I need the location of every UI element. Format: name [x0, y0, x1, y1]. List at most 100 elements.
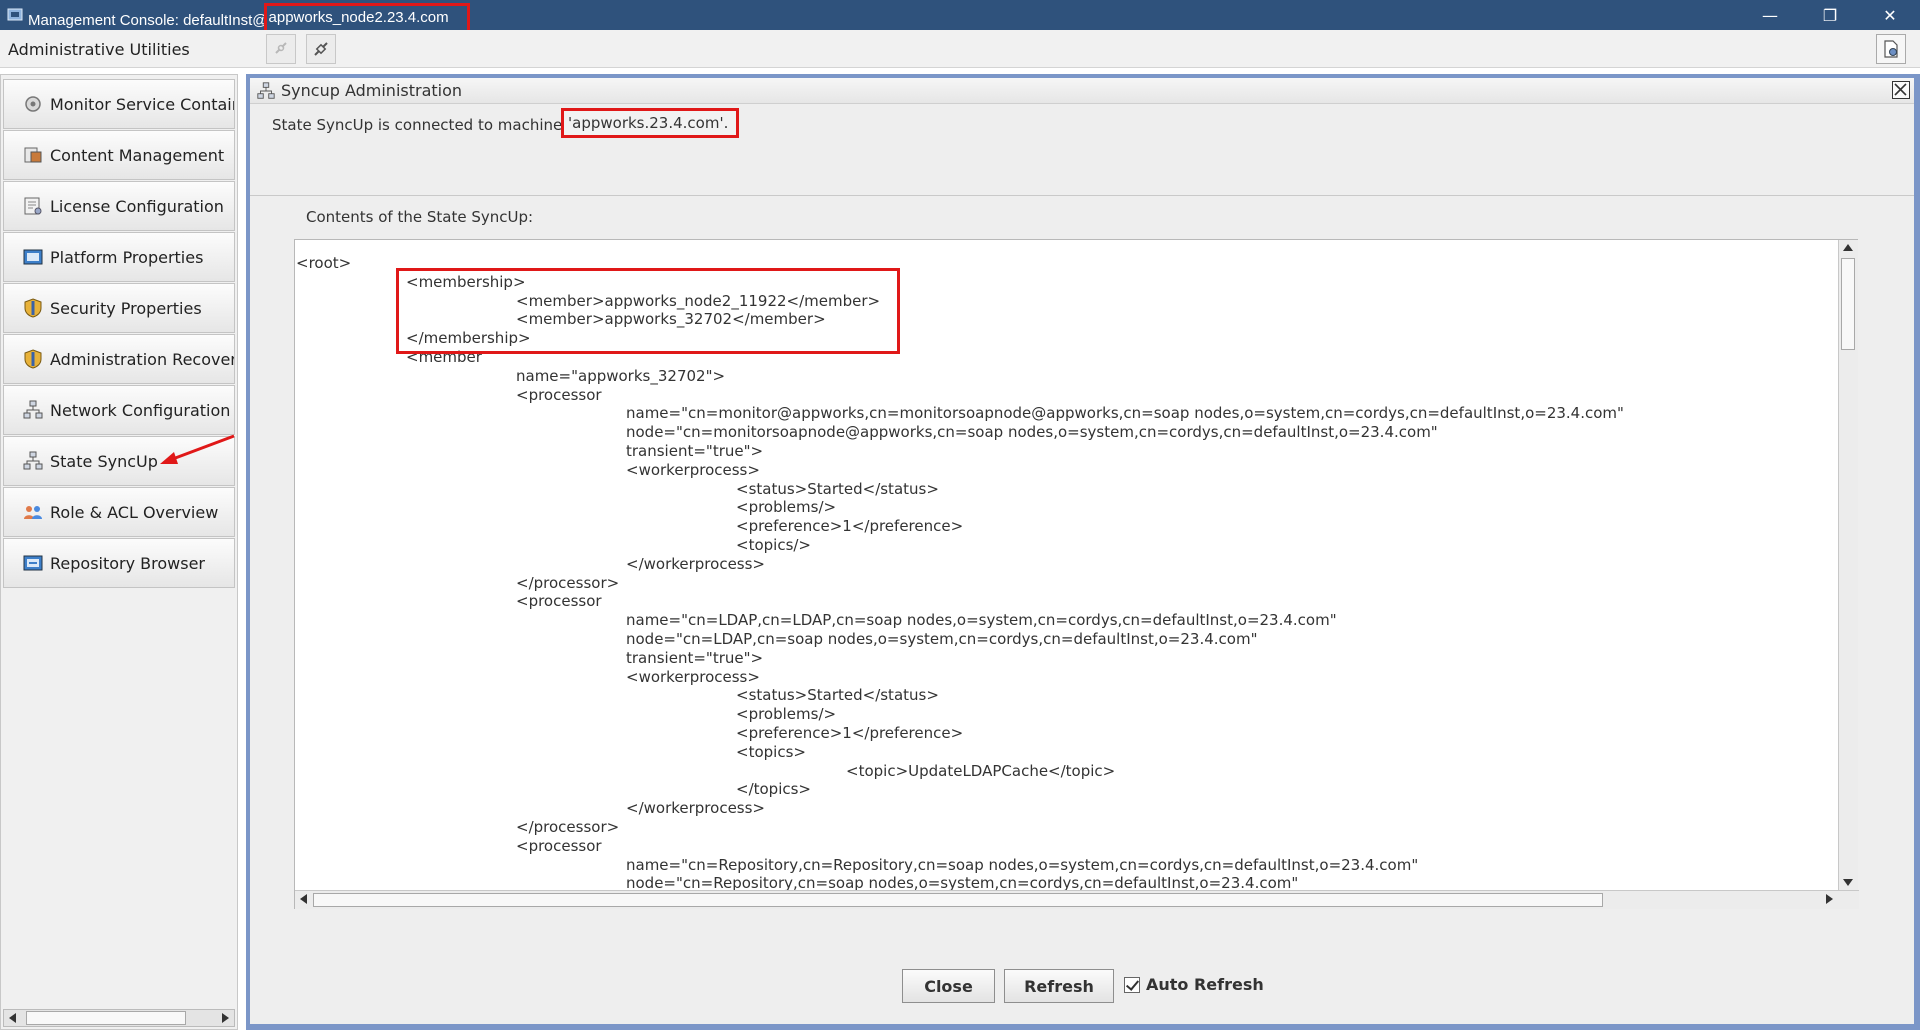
app-icon	[7, 8, 23, 21]
toolbar-document-button[interactable]	[1876, 34, 1906, 64]
sidebar-item-label: Repository Browser	[50, 553, 205, 573]
xml-line: name="cn=monitor@appworks,cn=monitorsoap…	[626, 404, 1624, 423]
panel-header: Syncup Administration	[250, 78, 1914, 104]
xml-line: <status>Started</status>	[736, 686, 939, 705]
window-title-prefix: Management Console: defaultInst@	[28, 12, 268, 29]
sidebar-item-role-acl-overview[interactable]: Role & ACL Overview	[3, 487, 235, 537]
xml-line: </topics>	[736, 780, 811, 799]
xml-line: <problems/>	[736, 498, 837, 517]
panel-body: Syncup Administration State SyncUp is co…	[250, 78, 1914, 1024]
xml-line: <processor	[516, 592, 602, 611]
xml-line: <root>	[296, 254, 352, 272]
sidebar: Monitor Service Container Content Manage…	[0, 74, 238, 1030]
xml-line: node="cn=Repository,cn=soap nodes,o=syst…	[626, 874, 1299, 890]
xml-line: </processor>	[516, 818, 620, 836]
scroll-left-icon[interactable]	[9, 1013, 16, 1023]
scroll-left-icon[interactable]	[300, 894, 307, 904]
license-icon	[24, 197, 42, 215]
monitor-icon	[25, 96, 41, 112]
repository-icon	[23, 555, 43, 571]
refresh-button[interactable]: Refresh	[1004, 969, 1114, 1003]
auto-refresh-toggle[interactable]: Auto Refresh	[1124, 975, 1264, 994]
scroll-down-icon[interactable]	[1843, 879, 1853, 886]
scroll-thumb[interactable]	[313, 893, 1603, 907]
xml-line: <preference>1</preference>	[736, 517, 964, 536]
auto-refresh-label: Auto Refresh	[1146, 975, 1264, 994]
scroll-thumb[interactable]	[26, 1011, 186, 1025]
document-icon	[1884, 40, 1898, 58]
sidebar-item-security-properties[interactable]: Security Properties	[3, 283, 235, 333]
sidebar-item-network-configuration[interactable]: Network Configuration	[3, 385, 235, 435]
disconnect-icon	[314, 42, 328, 56]
sidebar-horizontal-scrollbar[interactable]	[3, 1009, 235, 1027]
sidebar-item-label: Administration Recovery	[50, 349, 235, 369]
xml-horizontal-scrollbar[interactable]	[295, 890, 1859, 909]
shield-icon	[24, 349, 42, 369]
window-titlebar: Management Console: defaultInst@appworks…	[0, 0, 1920, 33]
xml-viewer[interactable]: <root> <membership> <member>appworks_node2…	[294, 239, 1859, 909]
xml-line: </workerprocess>	[626, 554, 765, 573]
sidebar-item-label: State SyncUp	[50, 451, 158, 471]
auto-refresh-checkbox[interactable]	[1124, 976, 1140, 993]
close-button[interactable]: Close	[902, 969, 995, 1003]
xml-line: name="cn=LDAP,cn=LDAP,cn=soap nodes,o=sy…	[626, 611, 1337, 630]
xml-line: transient="true">	[626, 648, 764, 667]
scroll-up-icon[interactable]	[1843, 244, 1853, 251]
xml-line: name="appworks_32702">	[516, 366, 726, 385]
xml-line: <status>Started</status>	[736, 479, 939, 498]
panel-close-button[interactable]	[1892, 81, 1910, 99]
panel-title: Syncup Administration	[281, 81, 463, 100]
membership-highlight	[396, 268, 900, 354]
scroll-thumb[interactable]	[1841, 258, 1855, 350]
sidebar-item-administration-recovery[interactable]: Administration Recovery	[3, 334, 235, 384]
xml-line: <preference>1</preference>	[736, 724, 964, 742]
xml-line: </processor>	[516, 573, 620, 592]
restore-button[interactable]: ❐	[1800, 0, 1860, 30]
minimize-button[interactable]: —	[1740, 0, 1800, 30]
sidebar-item-label: Role & ACL Overview	[50, 502, 219, 522]
xml-line: <workerprocess>	[626, 667, 760, 686]
xml-line: node="cn=monitorsoapnode@appworks,cn=soa…	[626, 423, 1438, 442]
sidebar-item-content-management[interactable]: Content Management	[3, 130, 235, 180]
scroll-right-icon[interactable]	[1826, 894, 1833, 904]
scroll-right-icon[interactable]	[222, 1013, 229, 1023]
xml-line: </workerprocess>	[626, 799, 765, 818]
xml-line: name="cn=Repository,cn=Repository,cn=soa…	[626, 855, 1419, 874]
contents-label: Contents of the State SyncUp:	[306, 208, 534, 226]
xml-line: node="cn=LDAP,cn=soap nodes,o=system,cn=…	[626, 630, 1258, 648]
network-icon	[23, 400, 43, 419]
sidebar-item-label: Security Properties	[50, 298, 202, 318]
xml-line: <topic>UpdateLDAPCache</topic>	[846, 761, 1116, 780]
xml-line: <topics>	[736, 742, 806, 761]
connection-status: State SyncUp is connected to machine 'ap…	[272, 108, 740, 140]
shield-icon	[24, 298, 42, 318]
toolbar-title: Administrative Utilities	[8, 40, 190, 59]
connection-status-prefix: State SyncUp is connected to machine	[272, 116, 568, 134]
sidebar-item-label: Monitor Service Container	[50, 94, 234, 114]
xml-line: <topics/>	[736, 536, 811, 554]
people-icon	[24, 506, 42, 519]
toolbar: Administrative Utilities	[0, 30, 1920, 68]
network-icon	[257, 82, 275, 99]
sidebar-item-repository-browser[interactable]: Repository Browser	[3, 538, 235, 588]
connect-icon	[275, 42, 287, 54]
annotation-arrow	[160, 434, 235, 464]
connection-machine: 'appworks.23.4.com'.	[561, 108, 740, 138]
close-window-button[interactable]: ✕	[1860, 0, 1920, 30]
sidebar-item-label: Network Configuration	[50, 400, 231, 420]
window-title-host: appworks_node2.23.4.com	[263, 3, 470, 33]
close-icon	[1894, 83, 1907, 96]
syncup-admin-panel: Syncup Administration State SyncUp is co…	[246, 74, 1920, 1030]
sidebar-item-monitor-service-container[interactable]: Monitor Service Container	[3, 79, 235, 129]
divider	[250, 195, 1914, 196]
xml-line: <problems/>	[736, 705, 837, 724]
toolbar-connect-button[interactable]	[266, 34, 296, 64]
xml-vertical-scrollbar[interactable]	[1838, 240, 1858, 890]
sidebar-item-label: License Configuration	[50, 196, 224, 216]
toolbar-disconnect-button[interactable]	[306, 34, 336, 64]
xml-line: <processor	[516, 385, 602, 404]
sidebar-item-label: Content Management	[50, 145, 225, 165]
platform-icon	[23, 249, 43, 265]
sidebar-item-license-configuration[interactable]: License Configuration	[3, 181, 235, 231]
sidebar-item-platform-properties[interactable]: Platform Properties	[3, 232, 235, 282]
